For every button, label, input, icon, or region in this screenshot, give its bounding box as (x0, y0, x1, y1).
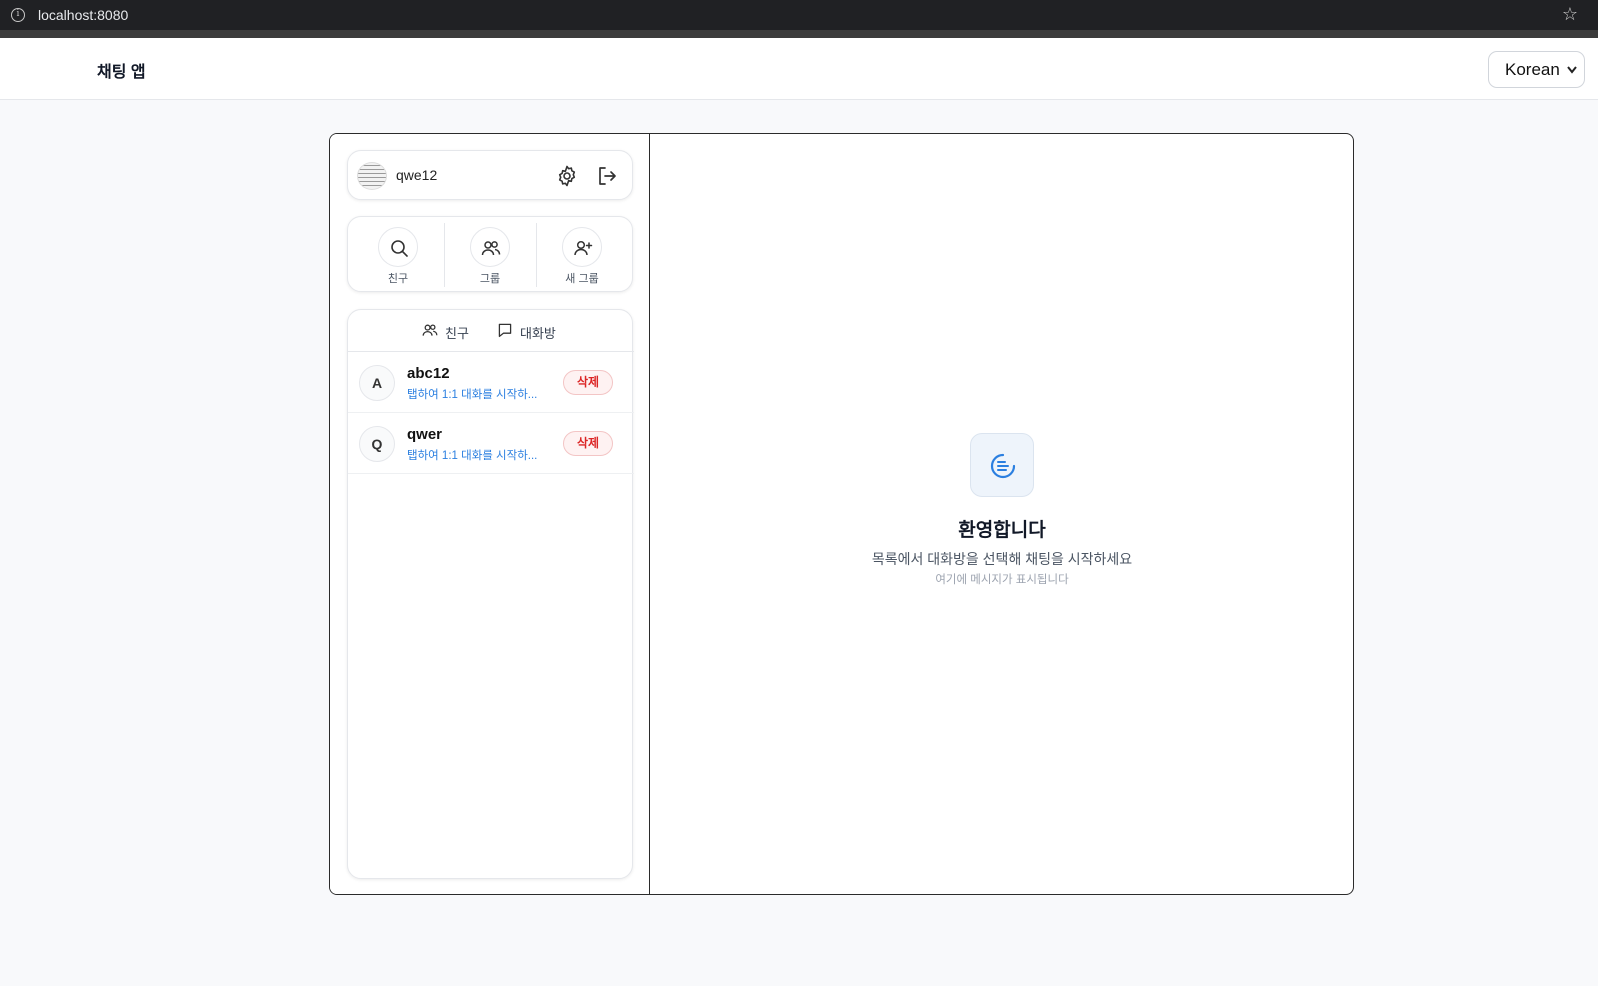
action-circle (378, 227, 418, 267)
delete-friend-button[interactable]: 삭제 (563, 431, 613, 456)
welcome-title: 환영합니다 (958, 520, 1046, 541)
address-bar[interactable]: localhost:8080 (38, 7, 128, 23)
users-icon (422, 324, 438, 336)
app-header: 채팅 앱 Korean (0, 38, 1598, 100)
profile-card: qwe12 (347, 150, 633, 200)
chat-logo-icon (990, 453, 1016, 479)
app-title: 채팅 앱 (97, 64, 146, 81)
find-friend-button[interactable]: 친구 (352, 217, 444, 293)
settings-button[interactable] (555, 164, 579, 188)
gear-icon (558, 165, 576, 187)
action-circle (470, 227, 510, 267)
search-icon (391, 240, 408, 257)
site-info-icon[interactable]: i (11, 8, 25, 22)
friend-row[interactable]: A abc12 탭하여 1:1 대화를 시작하... 삭제 (348, 352, 634, 413)
chevron-down-icon (1566, 52, 1578, 102)
logout-button[interactable] (595, 164, 619, 188)
friend-name: abc12 (407, 365, 450, 382)
delete-friend-button[interactable]: 삭제 (563, 370, 613, 395)
users-icon (481, 241, 501, 256)
chat-container: qwe12 친구 그룹 새 그룹 친구 대화방 A abc12 탭하여 1:1 … (329, 133, 1354, 895)
friend-avatar: A (359, 365, 395, 401)
welcome-hint: 여기에 메시지가 표시됩니다 (935, 574, 1069, 586)
action-label: 그룹 (479, 273, 501, 285)
tab-chatrooms-label: 대화방 (520, 326, 556, 341)
friend-avatar: Q (359, 426, 395, 462)
friend-hint: 탭하여 1:1 대화를 시작하... (407, 389, 538, 401)
friend-list-panel: 친구 대화방 A abc12 탭하여 1:1 대화를 시작하... 삭제 Q q… (347, 309, 634, 879)
action-label: 친구 (387, 273, 409, 285)
welcome-badge (970, 433, 1034, 497)
tab-friends-label: 친구 (445, 326, 469, 341)
logout-icon (599, 167, 616, 185)
list-tabs: 친구 대화방 (348, 310, 634, 352)
quick-actions: 친구 그룹 새 그룹 (347, 216, 633, 292)
action-circle (562, 227, 602, 267)
bookmark-star-icon[interactable]: ☆ (1562, 4, 1578, 25)
browser-toolbar: i localhost:8080 ☆ (0, 0, 1598, 30)
action-label: 새 그룹 (565, 273, 599, 285)
language-select-value: Korean (1505, 60, 1560, 79)
browser-divider (0, 30, 1598, 38)
user-plus-icon (574, 240, 593, 256)
username: qwe12 (396, 167, 438, 183)
tab-friends[interactable]: 친구 (422, 322, 472, 341)
chat-bubble-icon (498, 323, 512, 338)
avatar[interactable] (357, 162, 387, 190)
new-group-button[interactable]: 새 그룹 (536, 217, 628, 293)
friend-row[interactable]: Q qwer 탭하여 1:1 대화를 시작하... 삭제 (348, 413, 634, 474)
tab-chatrooms[interactable]: 대화방 (497, 322, 561, 341)
friend-hint: 탭하여 1:1 대화를 시작하... (407, 450, 538, 462)
language-select[interactable]: Korean (1488, 51, 1585, 88)
sidebar: qwe12 친구 그룹 새 그룹 친구 대화방 A abc12 탭하여 1:1 … (330, 134, 650, 894)
friend-name: qwer (407, 426, 443, 443)
welcome-subtitle: 목록에서 대화방을 선택해 채팅을 시작하세요 (871, 551, 1133, 567)
group-button[interactable]: 그룹 (444, 217, 536, 293)
